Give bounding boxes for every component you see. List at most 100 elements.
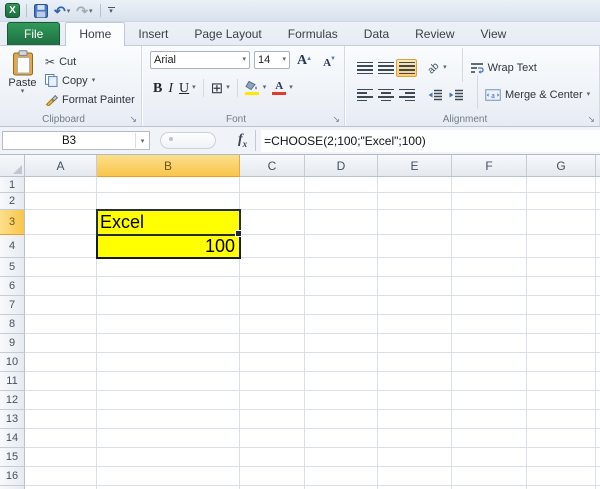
cell-A2[interactable]	[25, 193, 97, 210]
cell-G12[interactable]	[527, 391, 596, 410]
row-header-11[interactable]: 11	[0, 372, 25, 391]
cell-B7[interactable]	[97, 296, 240, 315]
underline-dropdown-icon[interactable]: ▾	[192, 84, 196, 91]
column-header-D[interactable]: D	[305, 155, 378, 177]
cell-D10[interactable]	[305, 353, 378, 372]
cell-D2[interactable]	[305, 193, 378, 210]
cell-D3[interactable]	[305, 210, 378, 235]
cell-E8[interactable]	[378, 315, 452, 334]
cell-filler-5[interactable]	[596, 258, 600, 277]
cell-filler-4[interactable]	[596, 235, 600, 258]
cell-A6[interactable]	[25, 277, 97, 296]
tab-review[interactable]: Review	[402, 23, 467, 46]
fill-color-dropdown-icon[interactable]: ▾	[263, 84, 267, 91]
row-header-14[interactable]: 14	[0, 429, 25, 448]
decrease-indent-button[interactable]	[425, 86, 446, 104]
merge-center-dropdown-icon[interactable]: ▾	[587, 91, 591, 98]
shrink-font-button[interactable]: A ▼	[320, 51, 340, 69]
cell-B14[interactable]	[97, 429, 240, 448]
row-header-1[interactable]: 1	[0, 177, 25, 193]
row-header-15[interactable]: 15	[0, 448, 25, 467]
cell-D7[interactable]	[305, 296, 378, 315]
cell-filler-16[interactable]	[596, 467, 600, 486]
cell-filler-12[interactable]	[596, 391, 600, 410]
align-center-button[interactable]	[375, 86, 396, 104]
cell-E14[interactable]	[378, 429, 452, 448]
cell-B10[interactable]	[97, 353, 240, 372]
cell-filler-3[interactable]	[596, 210, 600, 235]
save-button[interactable]	[33, 2, 49, 20]
cell-C14[interactable]	[240, 429, 305, 448]
row-header-3[interactable]: 3	[0, 210, 25, 235]
fill-color-button[interactable]: ▾	[242, 79, 270, 97]
cell-G11[interactable]	[527, 372, 596, 391]
borders-dropdown-icon[interactable]: ▾	[226, 84, 230, 91]
cell-F15[interactable]	[452, 448, 527, 467]
cell-C1[interactable]	[240, 177, 305, 193]
cell-D15[interactable]	[305, 448, 378, 467]
font-dialog-launcher[interactable]: ↘	[332, 115, 340, 124]
cell-D12[interactable]	[305, 391, 378, 410]
formula-bar-handle[interactable]	[160, 132, 216, 149]
cell-filler-9[interactable]	[596, 334, 600, 353]
cell-G6[interactable]	[527, 277, 596, 296]
cell-E10[interactable]	[378, 353, 452, 372]
cell-D1[interactable]	[305, 177, 378, 193]
cell-B16[interactable]	[97, 467, 240, 486]
cell-E16[interactable]	[378, 467, 452, 486]
clipboard-dialog-launcher[interactable]: ↘	[129, 115, 137, 124]
cell-A10[interactable]	[25, 353, 97, 372]
cell-F5[interactable]	[452, 258, 527, 277]
row-header-6[interactable]: 6	[0, 277, 25, 296]
cell-D6[interactable]	[305, 277, 378, 296]
cell-C11[interactable]	[240, 372, 305, 391]
redo-button[interactable]: ↷ ▾	[75, 2, 93, 20]
cell-filler-14[interactable]	[596, 429, 600, 448]
cell-filler-10[interactable]	[596, 353, 600, 372]
tab-view[interactable]: View	[468, 23, 520, 46]
cell-F14[interactable]	[452, 429, 527, 448]
cell-filler-1[interactable]	[596, 177, 600, 193]
cell-G10[interactable]	[527, 353, 596, 372]
cell-B11[interactable]	[97, 372, 240, 391]
cell-E2[interactable]	[378, 193, 452, 210]
cell-F8[interactable]	[452, 315, 527, 334]
cell-D4[interactable]	[305, 235, 378, 258]
font-size-select[interactable]: 14 ▾	[254, 51, 290, 69]
cell-E7[interactable]	[378, 296, 452, 315]
cell-C3[interactable]	[240, 210, 305, 235]
column-header-B[interactable]: B	[97, 155, 240, 177]
cell-E1[interactable]	[378, 177, 452, 193]
borders-button[interactable]: ⊞ ▾	[208, 79, 233, 97]
cell-B8[interactable]	[97, 315, 240, 334]
cell-F12[interactable]	[452, 391, 527, 410]
cell-E5[interactable]	[378, 258, 452, 277]
cell-E4[interactable]	[378, 235, 452, 258]
cell-B3[interactable]: Excel	[96, 209, 242, 237]
cell-G3[interactable]	[527, 210, 596, 235]
cell-G15[interactable]	[527, 448, 596, 467]
cell-A15[interactable]	[25, 448, 97, 467]
tab-formulas[interactable]: Formulas	[275, 23, 351, 46]
row-header-10[interactable]: 10	[0, 353, 25, 372]
row-header-4[interactable]: 4	[0, 235, 25, 258]
cell-A5[interactable]	[25, 258, 97, 277]
cell-F3[interactable]	[452, 210, 527, 235]
cell-B13[interactable]	[97, 410, 240, 429]
cell-B5[interactable]	[97, 258, 240, 277]
wrap-text-button[interactable]: Wrap Text	[470, 62, 537, 74]
align-left-button[interactable]	[354, 86, 375, 104]
cell-C13[interactable]	[240, 410, 305, 429]
select-all-corner[interactable]	[0, 155, 25, 177]
orientation-dropdown-icon[interactable]: ▾	[443, 64, 447, 71]
cell-C5[interactable]	[240, 258, 305, 277]
cell-D8[interactable]	[305, 315, 378, 334]
cell-A16[interactable]	[25, 467, 97, 486]
alignment-dialog-launcher[interactable]: ↘	[587, 115, 595, 124]
cell-A14[interactable]	[25, 429, 97, 448]
bold-button[interactable]: B	[150, 79, 165, 97]
column-header-filler[interactable]	[596, 155, 600, 177]
cell-E12[interactable]	[378, 391, 452, 410]
cell-C16[interactable]	[240, 467, 305, 486]
cell-A9[interactable]	[25, 334, 97, 353]
